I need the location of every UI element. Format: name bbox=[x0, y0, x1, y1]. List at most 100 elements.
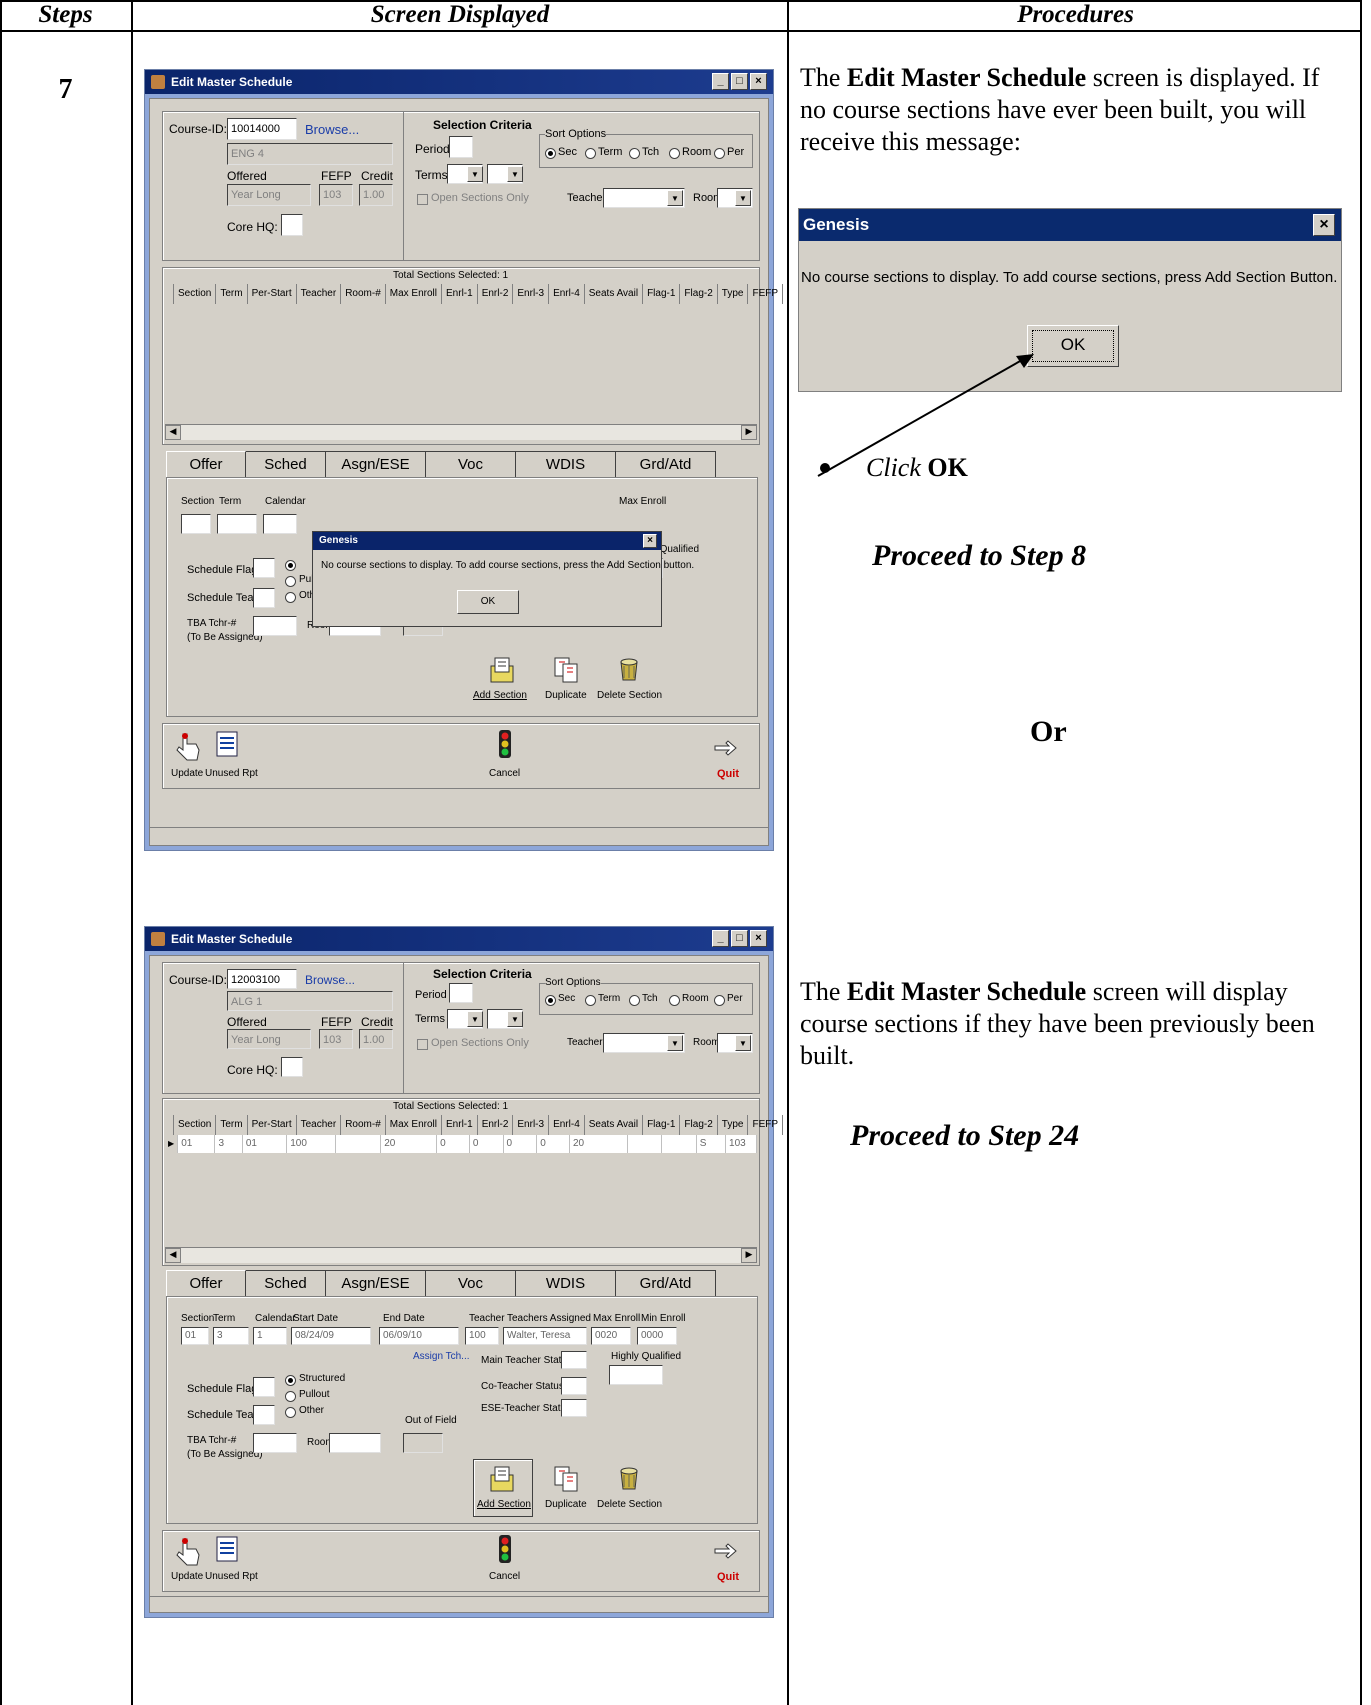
close-icon[interactable]: × bbox=[1313, 214, 1335, 236]
term-select[interactable] bbox=[217, 514, 257, 534]
col-enrl-1[interactable]: Enrl-1 bbox=[442, 1115, 478, 1135]
col-per-start[interactable]: Per-Start bbox=[248, 284, 297, 304]
col-section[interactable]: Section bbox=[174, 1115, 217, 1135]
section-field[interactable] bbox=[181, 514, 211, 534]
col-per-start[interactable]: Per-Start bbox=[248, 1115, 297, 1135]
chevron-down-icon[interactable]: ▼ bbox=[467, 166, 483, 182]
tab-grd-atd[interactable]: Grd/Atd bbox=[616, 451, 716, 477]
sort-tch-radio[interactable] bbox=[629, 995, 640, 1006]
chevron-down-icon[interactable]: ▼ bbox=[467, 1011, 483, 1027]
assign-tch-link[interactable]: Assign Tch... bbox=[413, 1351, 470, 1362]
co-teacher-status-field[interactable] bbox=[561, 1377, 587, 1395]
open-sections-checkbox[interactable] bbox=[417, 1039, 428, 1050]
other-radio[interactable] bbox=[285, 1407, 296, 1418]
horizontal-scrollbar[interactable]: ◀ ▶ bbox=[165, 1247, 757, 1263]
col-fefp[interactable]: FEFP bbox=[748, 284, 784, 304]
col-enrl-1[interactable]: Enrl-1 bbox=[442, 284, 478, 304]
col-max-enroll[interactable]: Max Enroll bbox=[386, 284, 443, 304]
minimize-button[interactable]: _ bbox=[712, 930, 729, 947]
col-term[interactable]: Term bbox=[216, 284, 248, 304]
period-field[interactable] bbox=[449, 983, 473, 1003]
schedule-flag-field[interactable] bbox=[253, 1377, 275, 1397]
maximize-button[interactable]: □ bbox=[731, 930, 748, 947]
duplicate-button[interactable]: Duplicate bbox=[545, 690, 587, 701]
col-term[interactable]: Term bbox=[216, 1115, 248, 1135]
add-section-button[interactable]: Add Section bbox=[473, 690, 527, 701]
pointing-hand-icon[interactable] bbox=[711, 732, 743, 764]
main-teacher-status-field[interactable] bbox=[561, 1351, 587, 1369]
course-id-field[interactable]: 12003100 bbox=[227, 969, 297, 989]
quit-button[interactable]: Quit bbox=[717, 1571, 739, 1583]
teacher-select-offer[interactable]: 100 bbox=[465, 1327, 499, 1345]
trash-icon[interactable] bbox=[613, 652, 645, 684]
close-button[interactable]: × bbox=[750, 73, 767, 90]
room-select-offer[interactable] bbox=[329, 1433, 381, 1453]
report-icon[interactable] bbox=[211, 1533, 243, 1565]
add-section-button[interactable]: Add Section bbox=[477, 1499, 531, 1510]
col-fefp[interactable]: FEFP bbox=[748, 1115, 784, 1135]
core-hq-field[interactable] bbox=[281, 214, 303, 236]
close-icon[interactable]: × bbox=[643, 534, 657, 548]
structured-radio[interactable] bbox=[285, 1375, 296, 1386]
chevron-down-icon[interactable]: ▼ bbox=[735, 190, 751, 206]
sort-room-radio[interactable] bbox=[669, 148, 680, 159]
period-field[interactable] bbox=[449, 136, 473, 158]
report-icon[interactable] bbox=[211, 728, 243, 760]
add-section-icon[interactable] bbox=[485, 654, 517, 686]
col-flag-2[interactable]: Flag-2 bbox=[680, 284, 718, 304]
col-room[interactable]: Room-# bbox=[341, 284, 386, 304]
calendar-select[interactable]: 1 bbox=[253, 1327, 287, 1345]
scroll-right-icon[interactable]: ▶ bbox=[741, 425, 757, 440]
col-type[interactable]: Type bbox=[718, 284, 749, 304]
start-date-field[interactable]: 08/24/09 bbox=[291, 1327, 371, 1345]
tab-sched[interactable]: Sched bbox=[246, 1270, 326, 1296]
tab-asgn-ese[interactable]: Asgn/ESE bbox=[326, 1270, 426, 1296]
cancel-button[interactable]: Cancel bbox=[489, 1571, 520, 1582]
tab-voc[interactable]: Voc bbox=[426, 451, 516, 477]
course-id-field[interactable]: 10014000 bbox=[227, 118, 297, 140]
chevron-down-icon[interactable]: ▼ bbox=[667, 190, 683, 206]
minimize-button[interactable]: _ bbox=[712, 73, 729, 90]
section-field[interactable]: 01 bbox=[181, 1327, 209, 1345]
col-max-enroll[interactable]: Max Enroll bbox=[386, 1115, 443, 1135]
sort-room-radio[interactable] bbox=[669, 995, 680, 1006]
update-hand-icon[interactable] bbox=[173, 1535, 205, 1567]
col-enrl-3[interactable]: Enrl-3 bbox=[513, 284, 550, 304]
core-hq-field[interactable] bbox=[281, 1057, 303, 1077]
min-enroll-field[interactable]: 0000 bbox=[637, 1327, 677, 1345]
term-select[interactable]: 3 bbox=[213, 1327, 249, 1345]
sort-tch-radio[interactable] bbox=[629, 148, 640, 159]
scroll-left-icon[interactable]: ◀ bbox=[165, 1248, 181, 1263]
col-enrl-4[interactable]: Enrl-4 bbox=[549, 284, 585, 304]
max-enroll-field[interactable]: 0020 bbox=[591, 1327, 631, 1345]
col-room[interactable]: Room-# bbox=[341, 1115, 386, 1135]
tab-offer[interactable]: Offer bbox=[166, 451, 246, 477]
update-hand-icon[interactable] bbox=[173, 730, 205, 762]
tab-voc[interactable]: Voc bbox=[426, 1270, 516, 1296]
trash-icon[interactable] bbox=[613, 1461, 645, 1493]
col-enrl-2[interactable]: Enrl-2 bbox=[478, 284, 514, 304]
close-button[interactable]: × bbox=[750, 930, 767, 947]
ese-teacher-status-field[interactable] bbox=[561, 1399, 587, 1417]
end-date-field[interactable]: 06/09/10 bbox=[379, 1327, 459, 1345]
tab-sched[interactable]: Sched bbox=[246, 451, 326, 477]
delete-section-button[interactable]: Delete Section bbox=[597, 690, 662, 701]
tab-offer[interactable]: Offer bbox=[166, 1270, 246, 1296]
scroll-right-icon[interactable]: ▶ bbox=[741, 1248, 757, 1263]
col-enrl-4[interactable]: Enrl-4 bbox=[549, 1115, 585, 1135]
schedule-flag-field[interactable] bbox=[253, 558, 275, 578]
other-radio[interactable] bbox=[285, 592, 296, 603]
highly-qualified-select[interactable] bbox=[609, 1365, 663, 1385]
horizontal-scrollbar[interactable]: ◀ ▶ bbox=[165, 424, 757, 440]
col-type[interactable]: Type bbox=[718, 1115, 749, 1135]
unused-rpt-button[interactable]: Unused Rpt bbox=[205, 1571, 258, 1582]
open-sections-checkbox[interactable] bbox=[417, 194, 428, 205]
traffic-light-icon[interactable] bbox=[489, 728, 521, 760]
chevron-down-icon[interactable]: ▼ bbox=[667, 1035, 683, 1051]
col-section[interactable]: Section bbox=[174, 284, 217, 304]
update-button[interactable]: Update bbox=[171, 1571, 203, 1582]
pullout-radio[interactable] bbox=[285, 1391, 296, 1402]
duplicate-icon[interactable] bbox=[551, 1463, 583, 1495]
pullout-radio[interactable] bbox=[285, 576, 296, 587]
chevron-down-icon[interactable]: ▼ bbox=[507, 166, 523, 182]
